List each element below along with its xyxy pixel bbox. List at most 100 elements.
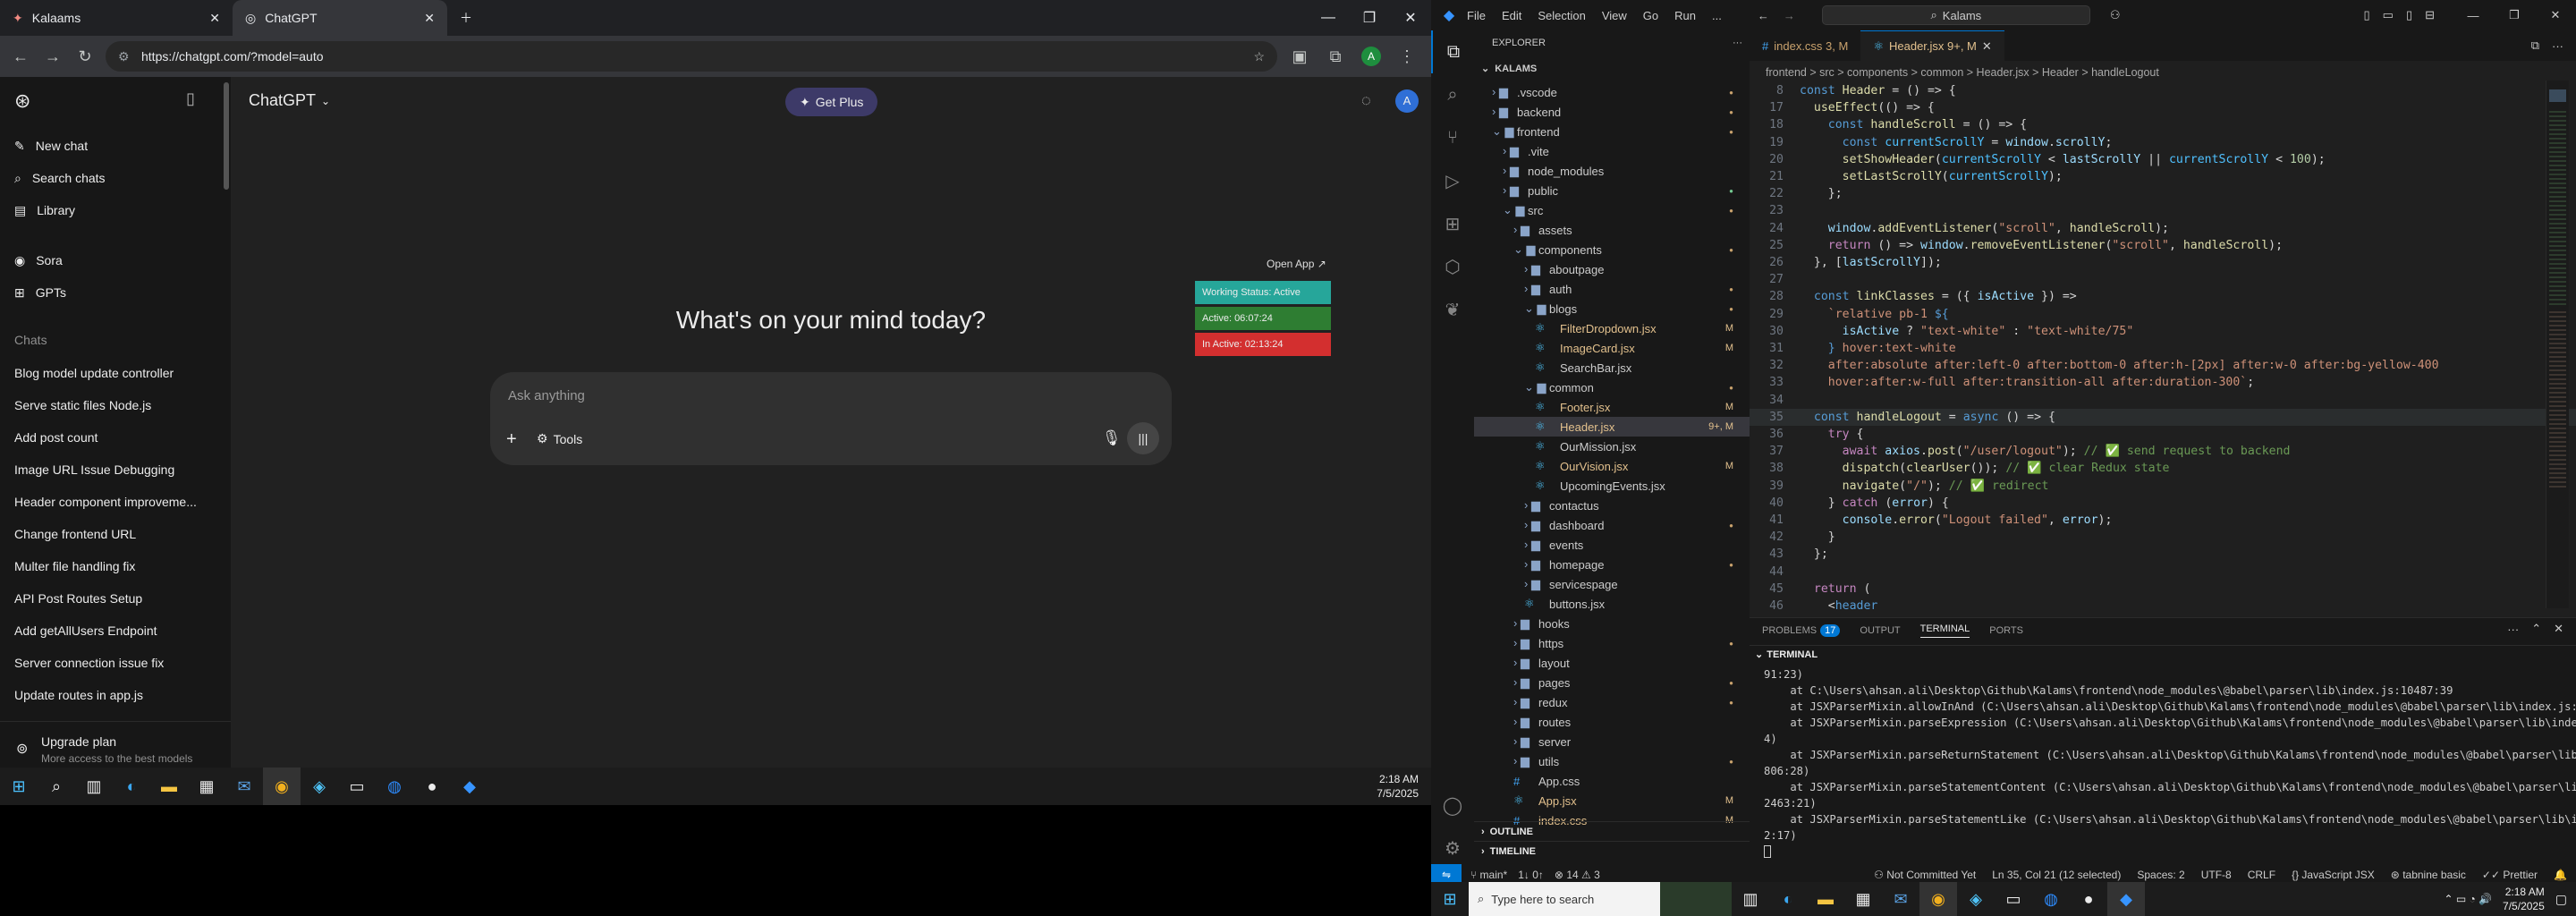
forward-icon[interactable]: → <box>38 41 68 72</box>
tree-folder[interactable]: › ▆ auth ● <box>1474 279 1750 299</box>
more-actions-icon[interactable]: ··· <box>2552 39 2563 53</box>
code-line[interactable]: 22 }; <box>1750 185 2576 202</box>
taskbar-search-input[interactable]: ⌕ Type here to search <box>1469 882 1660 916</box>
tree-file[interactable]: ⚛ OurVision.jsx M <box>1474 456 1750 476</box>
search-chats-button[interactable]: ⌕ Search chats <box>11 163 222 193</box>
zoom-icon[interactable]: ◍ <box>2032 882 2070 916</box>
tree-file[interactable]: ⚛ SearchBar.jsx <box>1474 358 1750 377</box>
vscode-icon[interactable]: ◆ <box>2107 882 2145 916</box>
layout-secondary-icon[interactable]: ▯ <box>2406 8 2412 22</box>
tools-button[interactable]: ⚙ Tools <box>537 431 582 446</box>
tab-problems[interactable]: PROBLEMS 17 <box>1762 624 1841 637</box>
close-panel-icon[interactable]: ✕ <box>2554 622 2563 636</box>
code-line[interactable]: 41 console.error("Logout failed", error)… <box>1750 512 2576 529</box>
tree-file[interactable]: ⚛ Header.jsx 9+, M <box>1474 417 1750 437</box>
code-line[interactable]: 38 dispatch(clearUser()); // ✅ clear Red… <box>1750 460 2576 477</box>
tree-file[interactable]: ⚛ FilterDropdown.jsx M <box>1474 318 1750 338</box>
minimap[interactable] <box>2546 81 2569 608</box>
sidebar-scrollbar[interactable] <box>224 82 229 190</box>
open-app-link[interactable]: Open App ↗ <box>1267 258 1326 270</box>
store-icon[interactable]: ▦ <box>1844 882 1882 916</box>
chat-history-item[interactable]: Serve static files Node.js <box>14 390 220 420</box>
code-line[interactable]: 43 }; <box>1750 546 2576 563</box>
site-info-icon[interactable]: ⚙ <box>118 49 130 64</box>
openai-logo-icon[interactable]: ⊛ <box>14 89 30 113</box>
tab-index-css[interactable]: # index.css 3, M <box>1750 30 1860 61</box>
code-line[interactable]: 19 const currentScrollY = window.scrollY… <box>1750 134 2576 151</box>
restore-icon[interactable]: ❐ <box>2494 8 2535 22</box>
tab-ports[interactable]: PORTS <box>1989 625 2023 636</box>
profile-icon[interactable]: A <box>1356 41 1386 72</box>
prompt-input[interactable]: Ask anything <box>508 388 585 403</box>
menu-kebab-icon[interactable]: ⋮ <box>1392 41 1422 72</box>
code-line[interactable]: 34 <box>1750 392 2576 409</box>
bookmark-star-icon[interactable]: ☆ <box>1253 49 1265 64</box>
tree-folder[interactable]: › ▆ hooks <box>1474 614 1750 633</box>
chat-history-item[interactable]: Image URL Issue Debugging <box>14 454 220 485</box>
tree-folder[interactable]: › ▆ events <box>1474 535 1750 555</box>
clock[interactable]: 2:18 AM 7/5/2025 <box>1377 772 1431 801</box>
code-line[interactable]: 23 <box>1750 202 2576 219</box>
code-line[interactable]: 21 setLastScrollY(currentScrollY); <box>1750 168 2576 185</box>
tree-folder[interactable]: › ▆ dashboard ● <box>1474 515 1750 535</box>
clock[interactable]: 2:18 AM 7/5/2025 <box>2503 885 2555 913</box>
browser-tab-chatgpt[interactable]: ◎ ChatGPT ✕ <box>233 0 447 36</box>
tree-folder[interactable]: › ▆ routes <box>1474 712 1750 732</box>
command-center-search[interactable]: ⌕ Kalams <box>1821 5 2090 25</box>
tree-folder[interactable]: › ▆ contactus <box>1474 496 1750 515</box>
code-line[interactable]: 39 navigate("/"); // ✅ redirect <box>1750 478 2576 495</box>
notifications-icon[interactable]: ▢ <box>2555 892 2567 907</box>
terminal-icon[interactable]: ▭ <box>1995 882 2032 916</box>
sync-status[interactable]: 1↓ 0↑ <box>1518 869 1544 881</box>
gpts-button[interactable]: ⊞ GPTs <box>11 277 222 308</box>
branch-status[interactable]: ⑂ main* <box>1470 869 1507 881</box>
close-window-icon[interactable]: ✕ <box>1390 0 1431 36</box>
temporary-chat-icon[interactable]: ◌ <box>1361 91 1371 110</box>
search-icon[interactable]: ⌕ <box>38 768 75 805</box>
code-line[interactable]: 42 } <box>1750 529 2576 546</box>
code-line[interactable]: 32 after:absolute after:left-0 after:bot… <box>1750 357 2576 374</box>
chrome-icon[interactable]: ◉ <box>1919 882 1957 916</box>
code-line[interactable]: 46 <header <box>1750 598 2576 615</box>
get-plus-button[interactable]: ✦ Get Plus <box>785 88 878 116</box>
tree-folder[interactable]: ⌄ ▆ frontend ● <box>1474 122 1750 141</box>
minimize-icon[interactable]: — <box>1308 0 1349 36</box>
sidebar-toggle-icon[interactable]: ▯ <box>186 89 195 108</box>
tree-folder[interactable]: ⌄ ▆ src ● <box>1474 200 1750 220</box>
model-selector[interactable]: ChatGPT ⌄ <box>249 91 330 110</box>
vscode-alt-icon[interactable]: ◈ <box>1957 882 1995 916</box>
tree-folder[interactable]: › ▆ .vscode ● <box>1474 82 1750 102</box>
terminal-header[interactable]: ⌄ TERMINAL <box>1750 645 2576 663</box>
address-bar[interactable]: ⚙ https://chatgpt.com/?model=auto ☆ <box>106 41 1277 72</box>
code-line[interactable]: 29 `relative pb-1 ${ <box>1750 306 2576 323</box>
windows-start-icon[interactable]: ⊞ <box>0 768 38 805</box>
outline-section[interactable]: › OUTLINE <box>1474 821 1750 841</box>
menu-item[interactable]: Edit <box>1502 9 1521 22</box>
timeline-section[interactable]: › TIMELINE <box>1474 841 1750 861</box>
chat-history-item[interactable]: Multer file handling fix <box>14 551 220 581</box>
tree-file[interactable]: ⚛ UpcomingEvents.jsx <box>1474 476 1750 496</box>
avatar[interactable]: A <box>1395 89 1419 113</box>
nav-back-icon[interactable]: ← <box>1758 9 1769 22</box>
mail-icon[interactable]: ✉ <box>225 768 263 805</box>
library-button[interactable]: ▤ Library <box>11 195 222 225</box>
task-view-icon[interactable]: ▥ <box>1732 882 1769 916</box>
chat-history-item[interactable]: Header component improveme... <box>14 487 220 517</box>
tree-folder[interactable]: › ▆ redux ● <box>1474 692 1750 712</box>
restore-icon[interactable]: ❐ <box>1349 0 1390 36</box>
code-line[interactable]: 28 const linkClasses = ({ isActive }) => <box>1750 288 2576 305</box>
workspace-root[interactable]: ⌄ KALAMS <box>1481 63 1537 75</box>
explorer-icon[interactable]: ⧉ <box>1431 30 1474 73</box>
tree-folder[interactable]: ⌄ ▆ components ● <box>1474 240 1750 259</box>
indent-status[interactable]: Spaces: 2 <box>2137 869 2184 881</box>
tree-folder[interactable]: › ▆ public ● <box>1474 181 1750 200</box>
code-line[interactable]: 37 await axios.post("/user/logout"); // … <box>1750 443 2576 460</box>
run-debug-icon[interactable]: ▷ <box>1431 159 1474 202</box>
code-line[interactable]: 31 } hover:text-white <box>1750 340 2576 357</box>
chat-history-item[interactable]: Change frontend URL <box>14 519 220 549</box>
menu-item[interactable]: View <box>1602 9 1627 22</box>
minimize-icon[interactable]: — <box>2453 9 2494 22</box>
tab-terminal[interactable]: TERMINAL <box>1919 623 1970 638</box>
chat-history-item[interactable]: Update routes in app.js <box>14 680 220 710</box>
layout-sidebar-icon[interactable]: ▯ <box>2363 8 2369 22</box>
